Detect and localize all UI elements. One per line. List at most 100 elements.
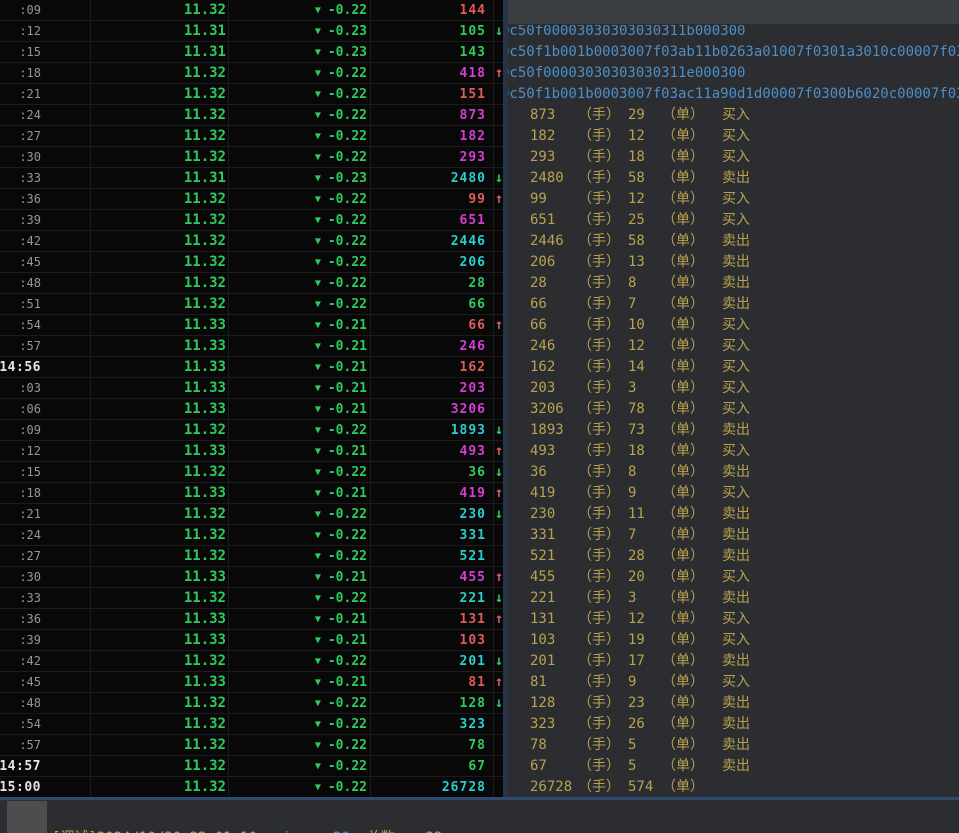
tick-row[interactable]: :3911.32▼-0.22651 [0, 210, 504, 231]
trade-direction: 卖出 [722, 714, 750, 735]
tick-row[interactable]: :4211.32▼-0.22201↓ [0, 651, 504, 672]
tick-row[interactable]: 14:5611.33▼-0.21162 [0, 357, 504, 378]
change-cell: ▼-0.21 [229, 336, 371, 356]
trade-order-count: 19 [628, 630, 645, 651]
trade-volume: 455 [530, 567, 555, 588]
tick-row[interactable]: :5411.33▼-0.2166↑ [0, 315, 504, 336]
trade-summary-row: 162（手）14（单）买入 [507, 357, 959, 378]
tick-row[interactable]: :5711.33▼-0.21246 [0, 336, 504, 357]
change-cell: ▼-0.22 [229, 84, 371, 104]
orders-label: （单） [662, 756, 704, 777]
trade-summary-row: 128（手）23（单）卖出 [507, 693, 959, 714]
tick-row[interactable]: :3611.33▼-0.21131↑ [0, 609, 504, 630]
price-cell: 11.32 [91, 126, 229, 146]
time-cell: :18 [0, 63, 91, 83]
trade-order-count: 12 [628, 189, 645, 210]
tick-row[interactable]: :4211.32▼-0.222446 [0, 231, 504, 252]
window-scrollbar-strip[interactable] [503, 0, 508, 798]
time-cell: :57 [0, 336, 91, 356]
trade-direction: 买入 [722, 609, 750, 630]
trade-summary-row: 26728（手）574（单） [507, 777, 959, 798]
volume-cell: 36 [371, 462, 494, 482]
down-triangle-icon: ▼ [315, 299, 321, 310]
trade-order-count: 5 [628, 756, 636, 777]
lots-label: （手） [578, 294, 620, 315]
down-triangle-icon: ▼ [315, 341, 321, 352]
trade-direction: 卖出 [722, 693, 750, 714]
lots-label: （手） [578, 504, 620, 525]
tick-row[interactable]: :3011.33▼-0.21455↑ [0, 567, 504, 588]
tick-row[interactable]: :4811.32▼-0.22128↓ [0, 693, 504, 714]
down-triangle-icon: ▼ [315, 425, 321, 436]
tick-row[interactable]: 15:0011.32▼-0.2226728 [0, 777, 504, 798]
trade-summary-row: 873（手）29（单）买入 [507, 105, 959, 126]
time-cell: :27 [0, 126, 91, 146]
tick-row[interactable]: :5411.32▼-0.22323 [0, 714, 504, 735]
time-cell: :33 [0, 168, 91, 188]
down-triangle-icon: ▼ [315, 635, 321, 646]
tick-row[interactable]: :3611.32▼-0.2299↑ [0, 189, 504, 210]
hex-log-lines: 0c50f00003030303030311b0003000c50f1b001b… [501, 21, 959, 105]
orders-label: （单） [662, 546, 704, 567]
tick-row[interactable]: :3311.31▼-0.232480↓ [0, 168, 504, 189]
tick-row[interactable]: :1211.31▼-0.23105↓ [0, 21, 504, 42]
time-cell: :15 [0, 42, 91, 62]
price-cell: 11.31 [91, 42, 229, 62]
trade-direction: 卖出 [722, 504, 750, 525]
change-cell: ▼-0.22 [229, 0, 371, 20]
trade-volume: 66 [530, 315, 547, 336]
trade-order-count: 3 [628, 588, 636, 609]
tick-row[interactable]: :1511.32▼-0.2236↓ [0, 462, 504, 483]
change-value: -0.21 [328, 612, 367, 627]
trade-summary-row: 28（手）8（单）卖出 [507, 273, 959, 294]
tick-row[interactable]: :1211.33▼-0.21493↑ [0, 441, 504, 462]
tick-row[interactable]: :3911.33▼-0.21103 [0, 630, 504, 651]
tick-row[interactable]: :0911.32▼-0.221893↓ [0, 420, 504, 441]
down-triangle-icon: ▼ [315, 530, 321, 541]
time-cell: :15 [0, 462, 91, 482]
tick-row[interactable]: :2111.32▼-0.22230↓ [0, 504, 504, 525]
down-triangle-icon: ▼ [315, 719, 321, 730]
tick-row[interactable]: :0311.33▼-0.21203 [0, 378, 504, 399]
orders-label: （单） [662, 483, 704, 504]
volume-cell: 2446 [371, 231, 494, 251]
trade-volume: 81 [530, 672, 547, 693]
price-cell: 11.33 [91, 399, 229, 419]
trade-direction: 卖出 [722, 168, 750, 189]
tick-row[interactable]: :1811.33▼-0.21419↑ [0, 483, 504, 504]
change-value: -0.21 [328, 360, 367, 375]
change-value: -0.22 [328, 87, 367, 102]
price-cell: 11.33 [91, 378, 229, 398]
tick-row[interactable]: :4511.32▼-0.22206 [0, 252, 504, 273]
tick-row[interactable]: :3311.32▼-0.22221↓ [0, 588, 504, 609]
trade-volume: 67 [530, 756, 547, 777]
change-value: -0.22 [328, 255, 367, 270]
tick-row[interactable]: :3011.32▼-0.22293 [0, 147, 504, 168]
tick-row[interactable]: :2411.32▼-0.22873 [0, 105, 504, 126]
tick-row[interactable]: :2711.32▼-0.22182 [0, 126, 504, 147]
tick-row[interactable]: :0611.33▼-0.213206 [0, 399, 504, 420]
down-triangle-icon: ▼ [315, 257, 321, 268]
tick-row[interactable]: :5111.32▼-0.2266 [0, 294, 504, 315]
price-cell: 11.32 [91, 651, 229, 671]
change-value: -0.21 [328, 675, 367, 690]
orders-label: （单） [662, 693, 704, 714]
tick-row[interactable]: :5711.32▼-0.2278 [0, 735, 504, 756]
tick-row[interactable]: :4811.32▼-0.2228 [0, 273, 504, 294]
volume-cell: 144 [371, 0, 494, 20]
tick-row[interactable]: :2111.32▼-0.22151 [0, 84, 504, 105]
volume-cell: 246 [371, 336, 494, 356]
tick-row[interactable]: :4511.33▼-0.2181↑ [0, 672, 504, 693]
trade-order-count: 8 [628, 273, 636, 294]
lots-label: （手） [578, 168, 620, 189]
trade-order-count: 26 [628, 714, 645, 735]
trade-order-count: 58 [628, 168, 645, 189]
tick-row[interactable]: :2711.32▼-0.22521 [0, 546, 504, 567]
tick-row[interactable]: 14:5711.32▼-0.2267 [0, 756, 504, 777]
tick-row[interactable]: :2411.32▼-0.22331 [0, 525, 504, 546]
tick-row[interactable]: :1811.32▼-0.22418↑ [0, 63, 504, 84]
trade-summary-row: 99（手）12（单）买入 [507, 189, 959, 210]
trade-summary-row: 182（手）12（单）买入 [507, 126, 959, 147]
tick-row[interactable]: :1511.31▼-0.23143 [0, 42, 504, 63]
tick-row[interactable]: :0911.32▼-0.22144 [0, 0, 504, 21]
